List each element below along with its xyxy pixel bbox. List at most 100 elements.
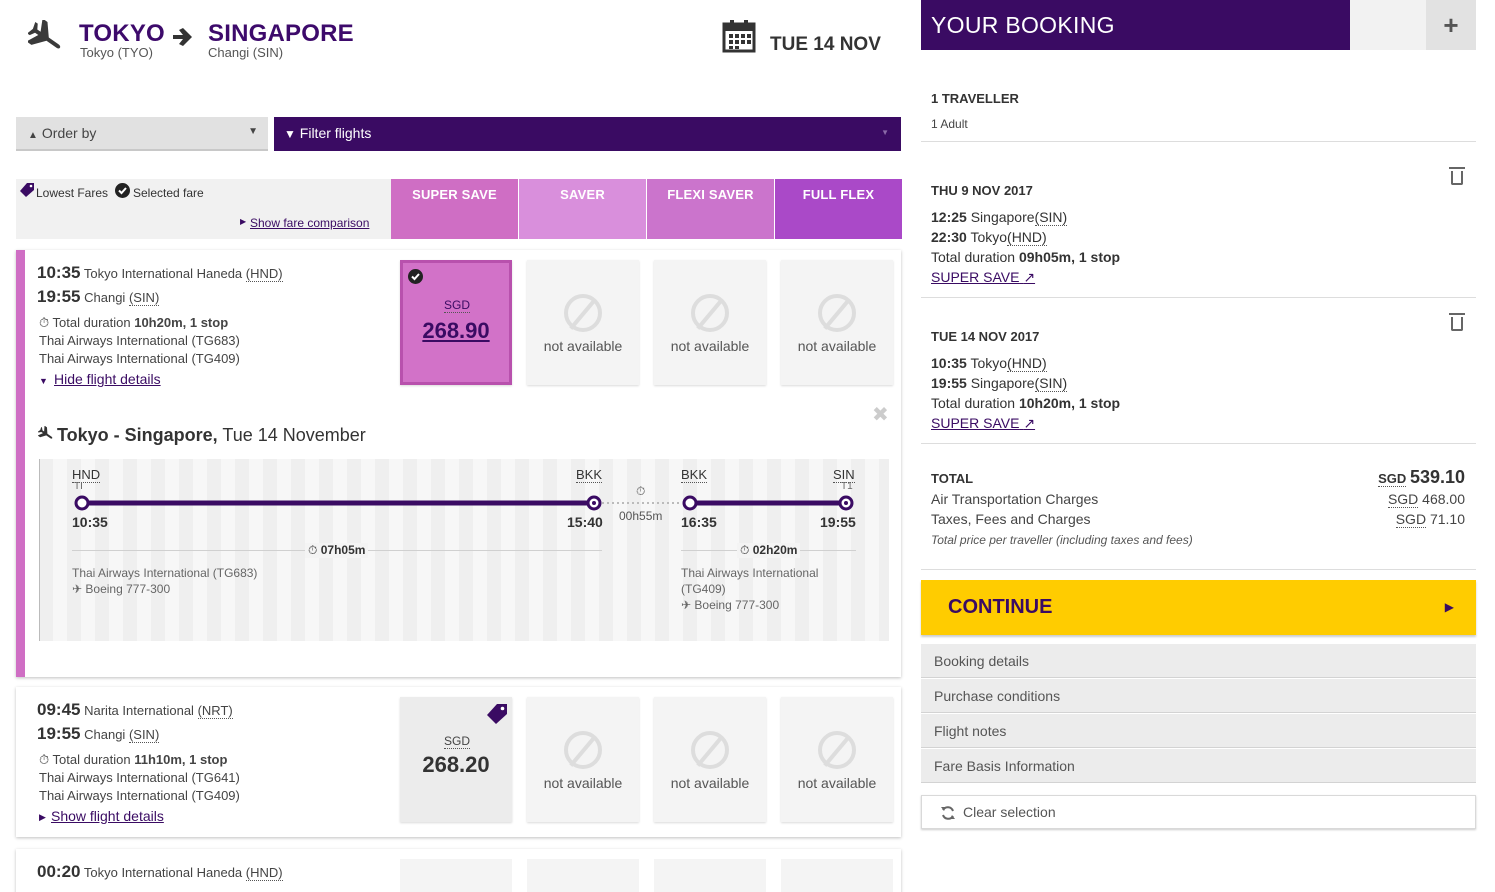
air-charges-label: Air Transportation Charges bbox=[931, 491, 1099, 507]
not-available-icon bbox=[691, 731, 729, 769]
travellers-count: 1 TRAVELLER bbox=[931, 91, 1019, 106]
arr-airport: Changi bbox=[84, 727, 126, 742]
trash-icon[interactable] bbox=[1449, 167, 1465, 185]
caret-down-icon: ▼ bbox=[248, 126, 258, 137]
fare-header-saver: SAVER bbox=[519, 179, 646, 239]
close-icon[interactable]: ✖︎ bbox=[872, 402, 889, 427]
leg-fare-link[interactable]: SUPER SAVE ↗︎ bbox=[931, 269, 1035, 286]
show-flight-details-link[interactable]: Show flight details bbox=[51, 808, 164, 824]
tax-value: 71.10 bbox=[1429, 511, 1465, 527]
seg2-carrier-a: Thai Airways International bbox=[681, 566, 819, 580]
arr-time: 19:55 bbox=[37, 724, 81, 743]
fare-option-full-flex: not available bbox=[781, 697, 893, 822]
seg2-aircraft-value: Boeing 777-300 bbox=[694, 598, 780, 612]
leg-fare-link[interactable]: SUPER SAVE ↗︎ bbox=[931, 415, 1035, 432]
refresh-icon bbox=[941, 806, 955, 820]
divider bbox=[921, 569, 1476, 570]
continue-button[interactable]: CONTINUE ▶ bbox=[921, 580, 1476, 635]
not-available-label: not available bbox=[543, 338, 623, 354]
leg-fare-label: SUPER SAVE bbox=[931, 415, 1020, 431]
fare-header-super-save: SUPER SAVE bbox=[391, 179, 518, 239]
fare-header-full-flex: FULL FLEX bbox=[775, 179, 902, 239]
arr-airport: Changi bbox=[84, 290, 126, 305]
airplane-icon: ✈︎ bbox=[72, 582, 83, 596]
stopwatch-icon: ⏱︎ bbox=[308, 543, 318, 557]
caret-right-icon: ▶ bbox=[240, 217, 247, 226]
airplane-icon bbox=[38, 426, 53, 439]
leg-duration: Total duration 10h20m, 1 stop bbox=[931, 395, 1120, 411]
leg-arr-code: (SIN) bbox=[1034, 375, 1068, 392]
not-available-icon bbox=[564, 731, 602, 769]
hide-flight-details-link[interactable]: Hide flight details bbox=[54, 371, 161, 387]
seg2-carrier-b: (TG409) bbox=[681, 582, 726, 596]
fare-option-super-save[interactable]: SGD 268.90 bbox=[400, 260, 512, 385]
timeline-border bbox=[39, 459, 40, 641]
external-link-icon: ↗︎ bbox=[1023, 415, 1036, 431]
show-fare-comparison-link[interactable]: Show fare comparison bbox=[250, 216, 369, 230]
seg2-duration: ⏱︎ 02h20m bbox=[737, 543, 801, 558]
leg-duration-value: 10h20m, 1 stop bbox=[1018, 395, 1121, 411]
not-available-label: not available bbox=[670, 338, 750, 354]
arr-code: (SIN) bbox=[128, 290, 160, 306]
destination-city: SINGAPORE bbox=[208, 20, 354, 47]
lowest-fares-label: Lowest Fares bbox=[36, 186, 109, 200]
caret-down-icon: ▼ bbox=[881, 128, 889, 137]
travellers-sub: 1 Adult bbox=[931, 117, 968, 131]
leg-arr-code: (HND) bbox=[1007, 229, 1047, 246]
leg-dep-city: Singapore bbox=[970, 209, 1035, 225]
fare-basis-link[interactable]: Fare Basis Information bbox=[921, 749, 1476, 783]
sort-icon: ▲︎ bbox=[28, 130, 38, 141]
stopwatch-icon: ⏱︎ bbox=[740, 543, 750, 557]
seg2-aircraft: ✈︎ Boeing 777-300 bbox=[681, 598, 779, 612]
clear-selection-button[interactable]: Clear selection bbox=[921, 795, 1476, 829]
trash-icon[interactable] bbox=[1449, 313, 1465, 331]
dep-code: (HND) bbox=[245, 865, 283, 881]
travel-date: TUE 14 NOV bbox=[770, 34, 881, 55]
booking-details-link[interactable]: Booking details bbox=[921, 644, 1476, 678]
total-price: SGD 539.10 bbox=[1378, 467, 1465, 488]
dep-code: (NRT) bbox=[197, 703, 233, 719]
seg1-aircraft: ✈︎ Boeing 777-300 bbox=[72, 582, 170, 596]
seg1-duration-value: 07h05m bbox=[320, 543, 366, 557]
leg-dep-code: (SIN) bbox=[1034, 209, 1068, 226]
caret-right-icon: ▶ bbox=[39, 812, 46, 822]
flight-card: 00:20 Tokyo International Haneda (HND) bbox=[16, 849, 901, 892]
arrival-row: 19:55 Changi (SIN) bbox=[37, 287, 160, 307]
fare-option-super-save[interactable]: SGD 268.20 bbox=[400, 697, 512, 822]
seg1-to: BKK bbox=[576, 467, 603, 483]
stopwatch-icon: ⏱︎ bbox=[636, 484, 646, 498]
leg-date: TUE 14 NOV 2017 bbox=[931, 329, 1040, 344]
seg2-duration-value: 02h20m bbox=[752, 543, 798, 557]
leg-arr-time: 19:55 bbox=[931, 375, 967, 391]
air-charges: SGD 468.00 bbox=[1387, 491, 1465, 508]
carrier-2: Thai Airways International (TG409) bbox=[39, 788, 240, 803]
not-available-icon bbox=[564, 294, 602, 332]
tax-currency: SGD bbox=[1395, 511, 1427, 528]
leg-departure: 10:35 Tokyo(HND) bbox=[931, 355, 1047, 372]
not-available-label: not available bbox=[797, 338, 877, 354]
order-by-dropdown[interactable]: ▲︎ Order by ▼ bbox=[16, 117, 268, 151]
seg1-arr-time: 15:40 bbox=[567, 514, 603, 530]
not-available-icon bbox=[691, 294, 729, 332]
calendar-icon bbox=[722, 20, 756, 53]
flight-notes-link[interactable]: Flight notes bbox=[921, 714, 1476, 748]
purchase-conditions-link[interactable]: Purchase conditions bbox=[921, 679, 1476, 713]
leg-dep-time: 10:35 bbox=[931, 355, 967, 371]
clear-selection-label: Clear selection bbox=[963, 804, 1056, 820]
arr-code: (SIN) bbox=[128, 727, 160, 743]
leg-arrival: 22:30 Tokyo(HND) bbox=[931, 229, 1047, 246]
leg-duration-label: Total duration bbox=[931, 249, 1016, 265]
departure-row: 00:20 Tokyo International Haneda (HND) bbox=[37, 862, 283, 882]
filter-flights-button[interactable]: ▼ Filter flights ▼ bbox=[274, 117, 901, 151]
leg-arr-time: 22:30 bbox=[931, 229, 967, 245]
seg1-carrier: Thai Airways International (TG683) bbox=[72, 566, 258, 580]
not-available-icon bbox=[818, 294, 856, 332]
leg-departure: 12:25 Singapore(SIN) bbox=[931, 209, 1068, 226]
total-label: TOTAL bbox=[931, 471, 974, 486]
duration-value: 11h10m, 1 stop bbox=[134, 752, 228, 767]
fare-option-flexi-saver: not available bbox=[654, 260, 766, 385]
fare-option bbox=[781, 859, 893, 892]
add-button[interactable]: + bbox=[1426, 0, 1476, 50]
duration-value: 10h20m, 1 stop bbox=[134, 315, 229, 330]
route-header: TOKYO Tokyo (TYO) SINGAPORE Changi (SIN)… bbox=[0, 0, 910, 100]
